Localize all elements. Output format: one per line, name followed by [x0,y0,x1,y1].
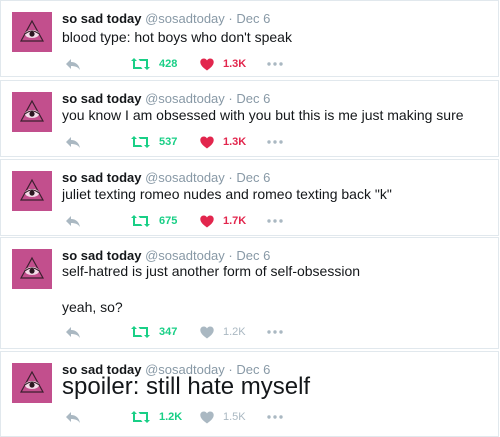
heart-icon [200,411,214,423]
reply-button[interactable] [65,56,81,72]
like-button[interactable]: 1.3K [200,134,246,150]
reply-icon [66,59,80,70]
more-options-icon [267,219,283,223]
heart-icon [200,215,214,227]
avatar[interactable] [12,363,52,403]
tweet-actions: 1.2K 1.5K [65,409,305,425]
display-name[interactable]: so sad today [62,170,141,185]
like-count: 1.3K [223,58,247,70]
eye-pyramid-icon [12,171,52,211]
tweet-date[interactable]: Dec 6 [236,91,270,106]
tweet[interactable]: so sad today @sosadtoday · Dec 6 self-hat… [0,237,499,349]
tweet-actions: 675 1.7K [65,213,305,229]
tweet-text-second-line: yeah, so? [62,299,123,315]
avatar[interactable] [12,12,52,52]
like-button[interactable]: 1.3K [200,56,246,72]
more-options-button[interactable] [267,324,283,340]
like-count: 1.3K [223,136,247,148]
tweet-header: so sad today @sosadtoday · Dec 6 [62,91,270,106]
tweet-header: so sad today @sosadtoday · Dec 6 [62,170,270,185]
separator-dot: · [228,91,233,106]
avatar[interactable] [12,92,52,132]
like-button[interactable]: 1.2K [200,324,246,340]
retweet-count: 537 [159,136,178,148]
tweet-header: so sad today @sosadtoday · Dec 6 [62,11,270,26]
like-button[interactable]: 1.7K [200,213,246,229]
more-options-icon [267,415,283,419]
eye-pyramid-icon [12,363,52,403]
tweet-text: juliet texting romeo nudes and romeo tex… [62,186,392,202]
tweet-text: spoiler: still hate myself [62,373,311,400]
reply-icon [66,327,80,338]
tweet[interactable]: so sad today @sosadtoday · Dec 6 you know… [0,80,499,157]
tweet-date[interactable]: Dec 6 [236,248,270,263]
retweet-button[interactable]: 428 [131,56,177,72]
separator-dot: · [228,248,233,263]
heart-icon [200,326,214,338]
retweet-icon [131,58,150,70]
user-handle[interactable]: @sosadtoday [145,170,225,185]
tweet-text: you know I am obsessed with you but this… [62,107,464,123]
display-name[interactable]: so sad today [62,91,141,106]
reply-icon [66,216,80,227]
user-handle[interactable]: @sosadtoday [145,91,225,106]
tweet-text: blood type: hot boys who don't speak [62,29,292,45]
tweet-date[interactable]: Dec 6 [236,11,270,26]
like-count: 1.5K [223,411,246,423]
tweet[interactable]: so sad today @sosadtoday · Dec 6 juliet t… [0,159,499,236]
reply-button[interactable] [65,324,81,340]
retweet-button[interactable]: 347 [131,324,177,340]
tweet[interactable]: so sad today @sosadtoday · Dec 6 blood ty… [0,0,499,77]
separator-dot: · [228,11,233,26]
retweet-icon [131,136,150,148]
heart-icon [200,58,214,70]
avatar[interactable] [12,171,52,211]
retweet-count: 347 [159,326,178,338]
tweet-text: self-hatred is just another form of self… [62,263,361,279]
like-button[interactable]: 1.5K [200,409,246,425]
eye-pyramid-icon [12,92,52,132]
reply-button[interactable] [65,213,81,229]
more-options-button[interactable] [267,213,283,229]
more-options-icon [267,330,283,334]
reply-button[interactable] [65,134,81,150]
reply-button[interactable] [65,409,81,425]
tweet-date[interactable]: Dec 6 [236,170,270,185]
like-count: 1.7K [223,215,247,227]
retweet-button[interactable]: 537 [131,134,177,150]
retweet-count: 1.2K [159,411,183,423]
eye-pyramid-icon [12,12,52,52]
more-options-icon [267,140,283,144]
retweet-button[interactable]: 1.2K [131,409,182,425]
more-options-button[interactable] [267,409,283,425]
retweet-count: 675 [159,215,178,227]
reply-icon [66,137,80,148]
like-count: 1.2K [223,326,246,338]
tweet-actions: 428 1.3K [65,56,305,72]
tweet-actions: 347 1.2K [65,324,305,340]
tweet[interactable]: so sad today @sosadtoday · Dec 6 spoiler:… [0,351,499,437]
heart-icon [200,136,214,148]
display-name[interactable]: so sad today [62,248,141,263]
more-options-button[interactable] [267,56,283,72]
retweet-count: 428 [159,58,178,70]
avatar[interactable] [12,249,52,289]
eye-pyramid-icon [12,249,52,289]
user-handle[interactable]: @sosadtoday [145,248,225,263]
tweet-header: so sad today @sosadtoday · Dec 6 [62,248,270,263]
retweet-button[interactable]: 675 [131,213,177,229]
tweet-actions: 537 1.3K [65,134,305,150]
display-name[interactable]: so sad today [62,11,141,26]
reply-icon [66,412,80,423]
retweet-icon [131,215,150,227]
more-options-button[interactable] [267,134,283,150]
separator-dot: · [228,170,233,185]
more-options-icon [267,62,283,66]
retweet-icon [131,326,150,338]
user-handle[interactable]: @sosadtoday [145,11,225,26]
retweet-icon [131,411,150,423]
